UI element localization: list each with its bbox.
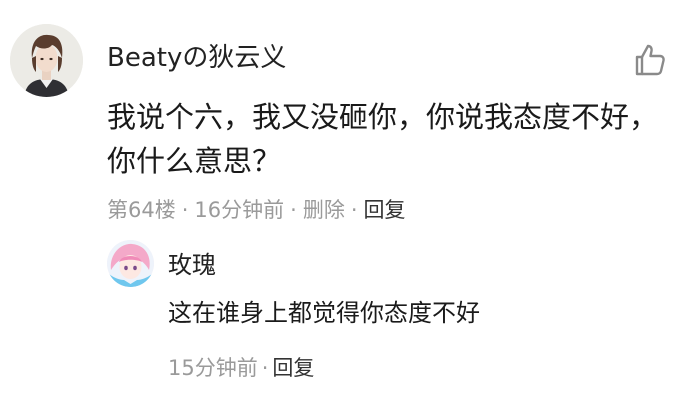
like-button[interactable]	[631, 41, 669, 79]
comment-time: 16分钟前	[194, 198, 285, 222]
reply-meta: 15分钟前 · 回复	[168, 350, 314, 386]
reply-avatar[interactable]	[107, 240, 154, 287]
reply-time: 15分钟前	[168, 356, 258, 380]
reply-reply-button[interactable]: 回复	[272, 356, 314, 380]
delete-button[interactable]: 删除	[303, 198, 345, 222]
thumbs-up-icon	[635, 44, 665, 76]
separator: ·	[350, 198, 358, 222]
floor-number: 第64楼	[107, 198, 176, 222]
reply-author-name[interactable]: 玫瑰	[168, 248, 216, 282]
comment-meta: 第64楼 · 16分钟前 · 删除 · 回复	[107, 192, 406, 228]
comment-text: 我说个六，我又没砸你，你说我态度不好，你什么意思？	[107, 100, 659, 178]
separator: ·	[261, 356, 269, 380]
reply-text: 这在谁身上都觉得你态度不好	[168, 299, 480, 327]
separator: ·	[290, 198, 297, 222]
commenter-avatar[interactable]	[10, 24, 83, 97]
commenter-name[interactable]: Beatyの狄云义	[107, 40, 286, 76]
separator: ·	[181, 198, 189, 222]
reply-button[interactable]: 回复	[364, 198, 406, 222]
